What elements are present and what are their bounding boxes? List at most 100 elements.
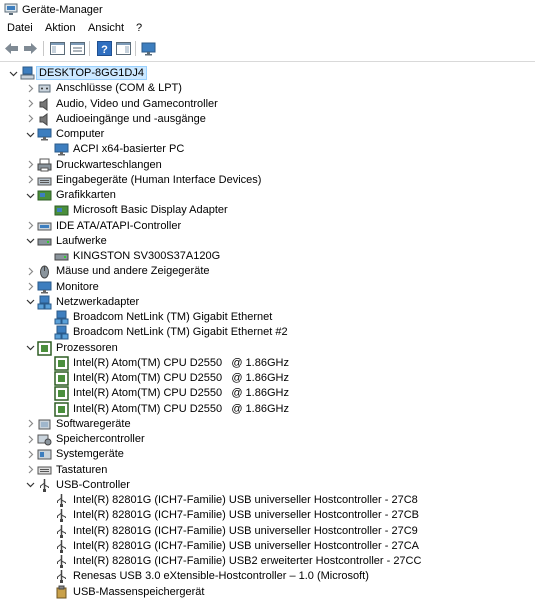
menu-help[interactable]: ?: [136, 22, 142, 34]
chevron-right-icon[interactable]: [25, 434, 35, 444]
tree-row[interactable]: Laufwerke: [0, 234, 535, 249]
toolbar: ?: [0, 37, 535, 62]
menu-aktion[interactable]: Aktion: [45, 22, 76, 34]
tree-item-label: Intel(R) Atom(TM) CPU D2550 @ 1.86GHz: [73, 387, 289, 400]
action-pane-icon: [116, 42, 131, 55]
processor-icon: [37, 340, 52, 356]
drive-icon: [37, 234, 52, 249]
tree-item-label: Prozessoren: [56, 341, 118, 354]
tree-item-label: Mäuse und andere Zeigegeräte: [56, 265, 210, 278]
tree-row[interactable]: IDE ATA/ATAPI-Controller: [0, 219, 535, 234]
tree-item-label: KINGSTON SV300S37A120G: [73, 250, 221, 262]
tree-row[interactable]: DESKTOP-8GG1DJ4: [0, 66, 535, 81]
usb-icon: [54, 569, 69, 584]
mouse-icon: [37, 264, 52, 279]
processor-icon: [54, 386, 69, 401]
tree-row[interactable]: Softwaregeräte: [0, 417, 535, 432]
tree-row[interactable]: Audio, Video und Gamecontroller: [0, 97, 535, 112]
chevron-right-icon[interactable]: [25, 419, 35, 429]
display-adapter-icon: [37, 188, 52, 203]
menu-bar: Datei Aktion Ansicht ?: [0, 20, 535, 37]
tree-row[interactable]: Microsoft Basic Display Adapter: [0, 203, 535, 218]
forward-button[interactable]: [22, 40, 39, 57]
tree-row[interactable]: Mäuse und andere Zeigegeräte: [0, 264, 535, 279]
chevron-right-icon[interactable]: [25, 99, 35, 109]
tree-row[interactable]: Anschlüsse (COM & LPT): [0, 81, 535, 96]
chevron-down-icon[interactable]: [8, 68, 18, 78]
properties-icon: [70, 42, 85, 55]
ide-controller-icon: [37, 219, 52, 234]
port-icon: [37, 81, 52, 96]
storage-controller-icon: [37, 432, 52, 447]
tree-row[interactable]: Intel(R) Atom(TM) CPU D2550 @ 1.86GHz: [0, 371, 535, 386]
tree-row[interactable]: Intel(R) 82801G (ICH7-Familie) USB unive…: [0, 524, 535, 539]
tree-item-label: Intel(R) Atom(TM) CPU D2550 @ 1.86GHz: [73, 402, 289, 415]
tree-row[interactable]: Broadcom NetLink (TM) Gigabit Ethernet #…: [0, 325, 535, 340]
arrow-left-icon: [5, 43, 18, 54]
tree-item-label: Broadcom NetLink (TM) Gigabit Ethernet: [73, 311, 273, 323]
chevron-right-icon[interactable]: [25, 114, 35, 124]
tree-row[interactable]: Intel(R) Atom(TM) CPU D2550 @ 1.86GHz: [0, 386, 535, 401]
tree-row[interactable]: Intel(R) Atom(TM) CPU D2550 @ 1.86GHz: [0, 401, 535, 417]
svg-text:?: ?: [101, 44, 108, 56]
usb-icon: [54, 539, 69, 554]
chevron-down-icon[interactable]: [25, 129, 35, 139]
tree-item-label: USB-Controller: [56, 478, 130, 491]
tree-row[interactable]: Systemgeräte: [0, 447, 535, 462]
chevron-right-icon[interactable]: [25, 175, 35, 185]
chevron-right-icon[interactable]: [25, 266, 35, 276]
chevron-down-icon[interactable]: [25, 343, 35, 353]
usb-storage-icon: [54, 585, 69, 600]
tree-row[interactable]: Intel(R) 82801G (ICH7-Familie) USB unive…: [0, 508, 535, 523]
tree-row[interactable]: Speichercontroller: [0, 432, 535, 447]
chevron-down-icon[interactable]: [25, 480, 35, 490]
tree-row[interactable]: ACPI x64-basierter PC: [0, 142, 535, 157]
tree-row[interactable]: Prozessoren: [0, 340, 535, 356]
tree-row[interactable]: Broadcom NetLink (TM) Gigabit Ethernet: [0, 310, 535, 325]
tree-row[interactable]: Druckwarteschlangen: [0, 158, 535, 173]
tree-row[interactable]: KINGSTON SV300S37A120G: [0, 249, 535, 264]
menu-ansicht[interactable]: Ansicht: [88, 22, 124, 34]
tree-row[interactable]: Netzwerkadapter: [0, 295, 535, 310]
tree-row[interactable]: Renesas USB 3.0 eXtensible-Hostcontrolle…: [0, 569, 535, 584]
menu-datei[interactable]: Datei: [7, 22, 33, 34]
toolbar-separator: [89, 41, 90, 56]
properties-list-button[interactable]: [69, 40, 86, 57]
tree-row[interactable]: Intel(R) 82801G (ICH7-Familie) USB2 erwe…: [0, 554, 535, 569]
tree-item-label: Audioeingänge und -ausgänge: [56, 112, 206, 125]
help-icon: ?: [97, 41, 112, 56]
chevron-right-icon[interactable]: [25, 221, 35, 231]
tree-item-label: Audio, Video und Gamecontroller: [56, 97, 218, 110]
chevron-right-icon[interactable]: [25, 160, 35, 170]
printer-icon: [37, 158, 52, 173]
tree-row[interactable]: Intel(R) 82801G (ICH7-Familie) USB unive…: [0, 539, 535, 554]
back-button[interactable]: [3, 40, 20, 57]
tree-row[interactable]: Computer: [0, 127, 535, 142]
tree-item-label: Softwaregeräte: [56, 417, 131, 430]
tree-row[interactable]: USB-Massenspeichergerät: [0, 585, 535, 600]
tree-item-label: DESKTOP-8GG1DJ4: [36, 66, 147, 80]
action-pane-button[interactable]: [115, 40, 132, 57]
show-hide-console-tree-button[interactable]: [49, 40, 66, 57]
tree-row[interactable]: Audioeingänge und -ausgänge: [0, 112, 535, 127]
chevron-down-icon[interactable]: [25, 236, 35, 246]
tree-item-label: Renesas USB 3.0 eXtensible-Hostcontrolle…: [73, 570, 369, 583]
console-tree-icon: [50, 42, 65, 55]
tree-row[interactable]: Monitore: [0, 280, 535, 295]
chevron-down-icon[interactable]: [25, 190, 35, 200]
tree-row[interactable]: Grafikkarten: [0, 188, 535, 203]
tree-item-label: Anschlüsse (COM & LPT): [56, 82, 182, 95]
chevron-down-icon[interactable]: [25, 297, 35, 307]
tree-row[interactable]: USB-Controller: [0, 478, 535, 493]
chevron-right-icon[interactable]: [25, 449, 35, 459]
tree-row[interactable]: Intel(R) 82801G (ICH7-Familie) USB unive…: [0, 493, 535, 508]
chevron-right-icon[interactable]: [25, 83, 35, 93]
tree-row[interactable]: Intel(R) Atom(TM) CPU D2550 @ 1.86GHz: [0, 356, 535, 371]
help-button[interactable]: ?: [96, 40, 113, 57]
chevron-right-icon[interactable]: [25, 282, 35, 292]
monitor-button[interactable]: [140, 40, 157, 57]
tree-row[interactable]: Tastaturen: [0, 463, 535, 478]
drive-icon: [54, 249, 69, 264]
chevron-right-icon[interactable]: [25, 465, 35, 475]
tree-row[interactable]: Eingabegeräte (Human Interface Devices): [0, 173, 535, 188]
